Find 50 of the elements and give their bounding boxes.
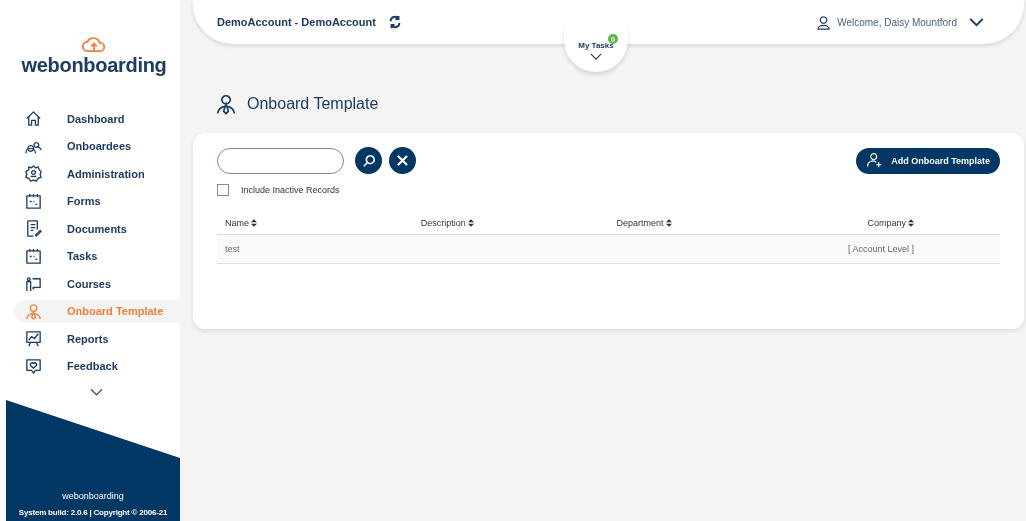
copyright-text: System build: 2.0.6 | Copyright © 2006-21 <box>18 508 168 517</box>
sidebar-item[interactable]: Courses <box>14 272 180 296</box>
sort-icon <box>665 219 672 227</box>
account-name: DemoAccount - DemoAccount <box>217 16 376 28</box>
chevron-down-icon[interactable] <box>969 17 984 27</box>
person-icon <box>214 92 238 116</box>
cloud-upload-icon <box>81 37 107 54</box>
nav-icon <box>24 356 43 376</box>
sidebar-item[interactable]: Documents <box>14 217 180 241</box>
sidebar-item[interactable]: Onboardees <box>14 134 180 158</box>
clear-button[interactable] <box>389 147 416 174</box>
nav-icon <box>24 109 43 129</box>
sort-icon <box>251 219 257 227</box>
nav-icon <box>24 219 43 239</box>
nav-icon <box>24 274 43 294</box>
refresh-icon[interactable] <box>387 15 402 29</box>
page-title: Onboard Template <box>247 95 379 113</box>
nav-icon <box>24 191 43 211</box>
welcome-text[interactable]: Welcome, Daisy Mountford <box>837 16 957 28</box>
checkbox-label: Include Inactive Records <box>241 185 340 195</box>
sidebar-item[interactable]: Forms <box>14 189 180 213</box>
table-cell: test <box>225 244 240 254</box>
footer-logo: webonboarding <box>62 491 124 501</box>
column-header[interactable]: Company <box>867 218 914 228</box>
add-person-icon <box>866 152 884 169</box>
search-icon <box>361 153 376 168</box>
user-icon <box>816 14 832 30</box>
sidebar-item[interactable]: Tasks <box>14 244 180 268</box>
nav-icon <box>24 164 43 184</box>
column-header[interactable]: Department <box>616 218 672 228</box>
nav-icon <box>24 301 43 321</box>
nav-icon <box>24 329 43 349</box>
logo-text: webonboarding <box>21 54 167 77</box>
search-button[interactable] <box>355 147 382 174</box>
close-icon <box>397 155 408 166</box>
column-header[interactable]: Name <box>225 218 257 228</box>
sidebar-item[interactable]: Administration <box>14 162 180 186</box>
chevron-down-icon <box>590 52 602 60</box>
sort-icon <box>908 219 914 227</box>
nav-icon <box>24 246 43 266</box>
sidebar-item[interactable]: Feedback <box>14 354 180 378</box>
search-field[interactable] <box>217 147 344 174</box>
add-template-button[interactable]: Add Onboard Template <box>856 147 1000 174</box>
sidebar-item[interactable]: Dashboard <box>14 107 180 131</box>
table-cell: [ Account Level ] <box>847 244 914 254</box>
sort-icon <box>467 219 474 227</box>
sidebar-item[interactable]: Reports <box>14 327 180 351</box>
chevron-down-icon[interactable] <box>89 388 103 396</box>
checkbox[interactable] <box>217 184 229 196</box>
column-header[interactable]: Description <box>420 218 474 228</box>
